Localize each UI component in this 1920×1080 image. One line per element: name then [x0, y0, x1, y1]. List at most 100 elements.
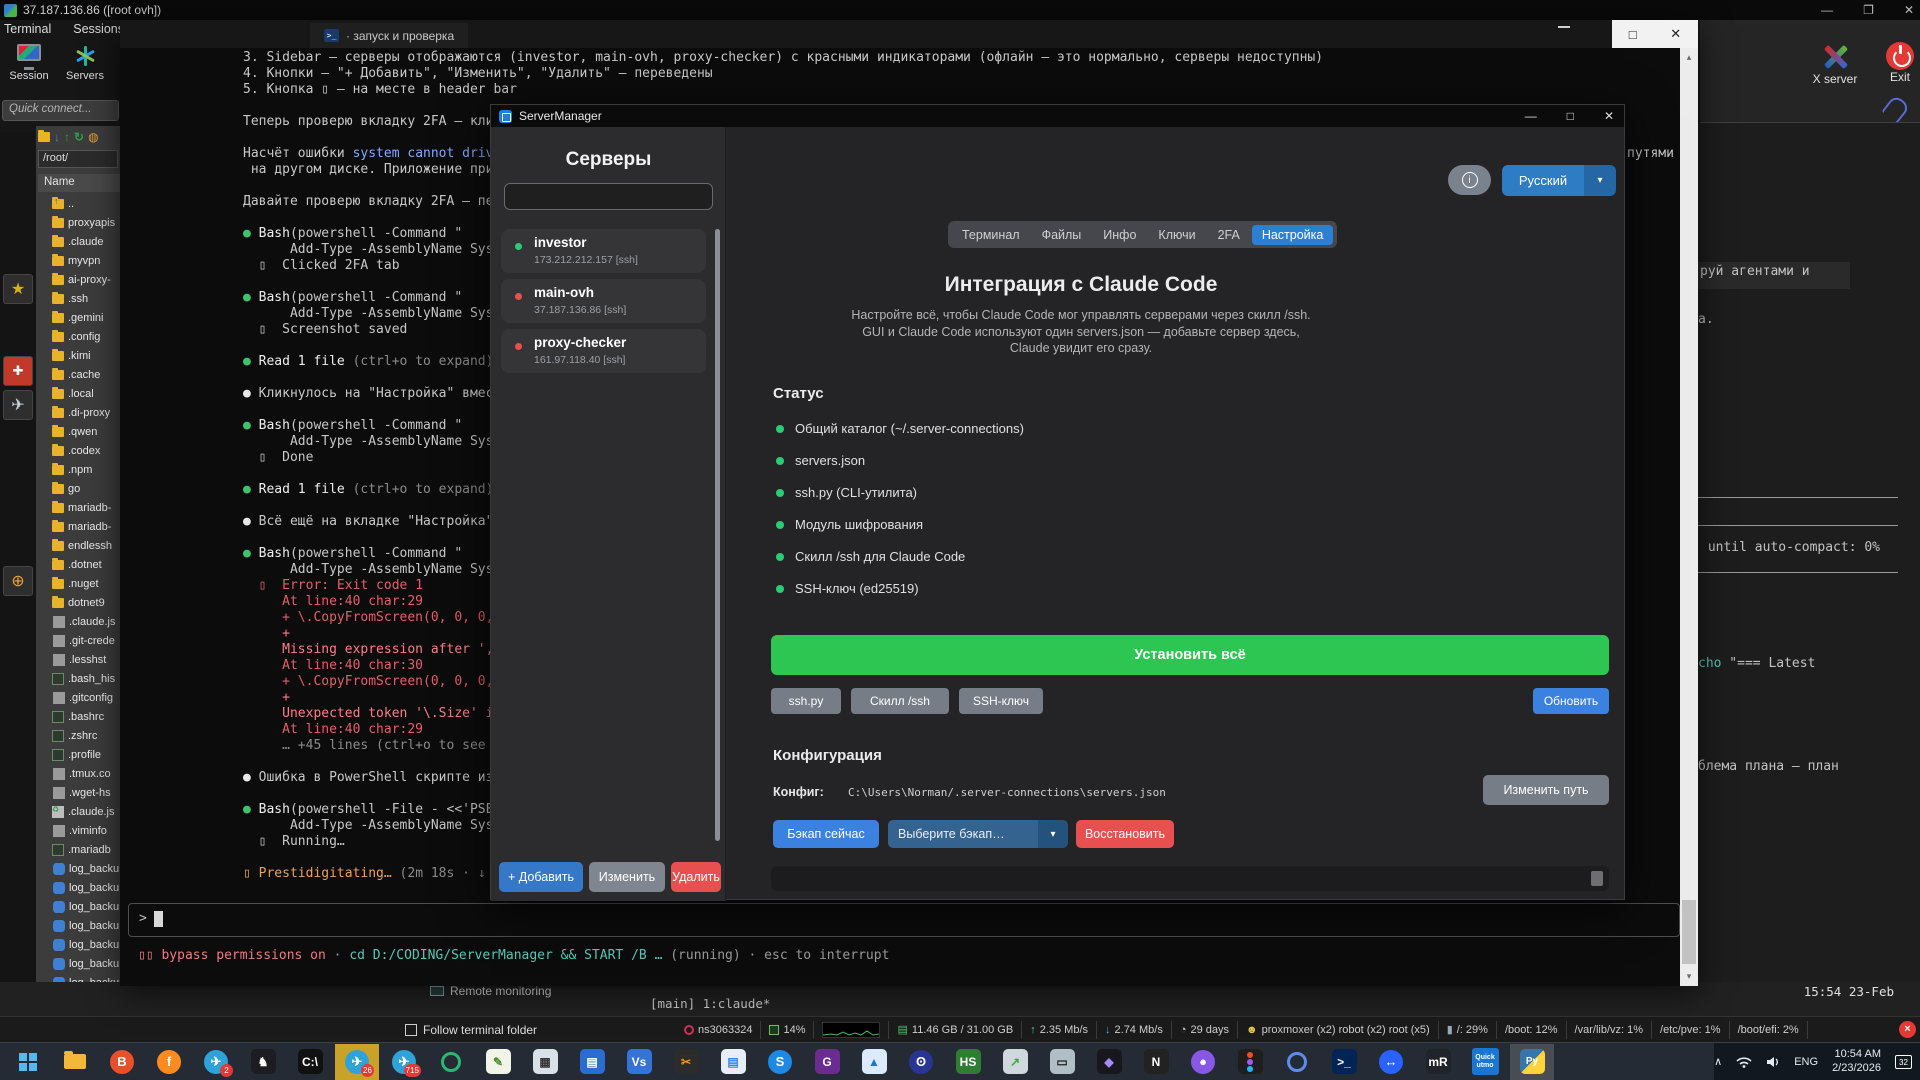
edit-server-button[interactable]: Изменить — [589, 862, 665, 892]
sftp-path-input[interactable]: /root/ — [38, 150, 118, 168]
file-row[interactable]: .zshrc — [38, 726, 122, 745]
attach-icon[interactable] — [1881, 94, 1910, 124]
file-row[interactable]: .mariadb — [38, 840, 122, 859]
taskbar-cmd[interactable]: C:\ — [288, 1044, 332, 1080]
log-scrollbar[interactable] — [771, 866, 1609, 891]
file-row[interactable]: go — [38, 479, 122, 498]
input-language[interactable]: ENG — [1794, 1056, 1818, 1068]
install-all-button[interactable]: Установить всё — [771, 635, 1609, 675]
info-button[interactable]: i — [1448, 165, 1491, 195]
terminal-maximize-button[interactable]: □ — [1629, 27, 1637, 42]
taskbar-calculator[interactable]: ▦ — [523, 1044, 567, 1080]
taskbar-visual-studio[interactable]: Vs — [617, 1044, 661, 1080]
install--ssh-button[interactable]: Скилл /ssh — [851, 688, 949, 714]
file-row[interactable]: .qwen — [38, 422, 122, 441]
server-search-input[interactable] — [504, 183, 713, 210]
moba-servers-button[interactable]: Servers — [62, 44, 108, 82]
file-row[interactable]: log_backu — [38, 916, 122, 935]
file-row[interactable]: .ssh — [38, 289, 122, 308]
taskbar-teamviewer[interactable]: ↔ — [1369, 1044, 1413, 1080]
claude-prompt-box[interactable]: > — [128, 903, 1680, 937]
file-row[interactable]: mariadb- — [38, 517, 122, 536]
taskbar-brave[interactable]: B — [100, 1044, 144, 1080]
file-row[interactable]: .. — [38, 194, 122, 213]
taskbar-quick-utmo[interactable]: Quick utmo — [1463, 1044, 1507, 1080]
tab-Терминал[interactable]: Терминал — [952, 225, 1030, 245]
exit-button[interactable]: Exit — [1865, 42, 1920, 84]
moba-close-button[interactable]: ✕ — [1904, 3, 1914, 17]
volume-icon[interactable] — [1766, 1056, 1780, 1068]
menu-sessions[interactable]: Sessions — [73, 22, 124, 36]
taskbar-telegram-2[interactable]: ✈26 — [335, 1044, 379, 1080]
taskbar-blue-swirl-app[interactable]: S — [758, 1044, 802, 1080]
add-server-button[interactable]: + Добавить — [499, 862, 583, 892]
file-row[interactable]: log_backu — [38, 859, 122, 878]
remote-monitoring-button[interactable]: Remote monitoring — [430, 984, 551, 998]
file-row[interactable]: .claude.js — [38, 612, 122, 631]
file-row[interactable]: .tmux.co — [38, 764, 122, 783]
file-row[interactable]: .di-proxy — [38, 403, 122, 422]
taskbar-python[interactable]: Py — [1510, 1044, 1554, 1080]
xserver-button[interactable]: X server — [1800, 42, 1870, 86]
file-row[interactable]: dotnet9 — [38, 593, 122, 612]
download-icon[interactable]: ↓ — [54, 130, 60, 144]
moba-maximize-button[interactable]: ❐ — [1863, 3, 1874, 17]
upload-icon[interactable]: ↑ — [64, 130, 70, 144]
file-row[interactable]: .dotnet — [38, 555, 122, 574]
settings-icon[interactable]: ◍ — [88, 130, 98, 144]
tab-2FA[interactable]: 2FA — [1208, 225, 1250, 245]
tab-Настройка[interactable]: Настройка — [1252, 225, 1334, 245]
moba-session-button[interactable]: Session — [6, 44, 52, 82]
file-row[interactable]: .git-crede — [38, 631, 122, 650]
file-row[interactable]: .viminfo — [38, 821, 122, 840]
server-card-proxy-checker[interactable]: proxy-checker161.97.118.40 [ssh] — [501, 329, 706, 373]
server-card-main-ovh[interactable]: main-ovh37.187.136.86 [ssh] — [501, 279, 706, 323]
terminal-minimize-button[interactable] — [1558, 26, 1570, 28]
file-row[interactable]: myvpn — [38, 251, 122, 270]
taskbar-g-purple-app[interactable]: G — [805, 1044, 849, 1080]
file-row[interactable]: .lesshst — [38, 650, 122, 669]
file-row[interactable]: log_backu — [38, 954, 122, 973]
sm-close-button[interactable]: ✕ — [1604, 109, 1614, 123]
taskbar-screenshare-app[interactable]: ↗ — [993, 1044, 1037, 1080]
terminal-close-button[interactable]: ✕ — [1670, 26, 1681, 42]
taskbar-firefox[interactable]: f — [147, 1044, 191, 1080]
tray-chevron-icon[interactable]: ∧ — [1714, 1055, 1722, 1068]
taskbar-powershell[interactable]: >_ — [1322, 1044, 1366, 1080]
install-ssh-py-button[interactable]: ssh.py — [771, 688, 841, 714]
file-row[interactable]: log_backu — [38, 935, 122, 954]
tray-clock[interactable]: 10:54 AM 2/23/2026 — [1832, 1048, 1881, 1076]
file-row[interactable]: .claude.js — [38, 802, 122, 821]
sftp-name-header[interactable]: Name — [38, 174, 120, 192]
plane-icon[interactable]: ✈ — [3, 390, 33, 420]
taskbar-blue-creature-app[interactable]: ʘ — [899, 1044, 943, 1080]
taskbar-document-app[interactable]: ▤ — [570, 1044, 614, 1080]
taskbar-telegram-3[interactable]: ✈715 — [382, 1044, 426, 1080]
taskbar-notepad2[interactable]: ▤ — [711, 1044, 755, 1080]
file-row[interactable]: log_backu — [38, 897, 122, 916]
backup-select[interactable]: Выберите бэкап… ▾ — [888, 820, 1068, 848]
taskbar-notes-app[interactable]: ✎ — [476, 1044, 520, 1080]
moba-minimize-button[interactable]: — — [1821, 3, 1833, 17]
wifi-icon[interactable] — [1736, 1056, 1752, 1068]
taskbar-github[interactable]: ● — [1181, 1044, 1225, 1080]
refresh-button[interactable]: Обновить — [1533, 688, 1609, 714]
file-row[interactable]: .nuget — [38, 574, 122, 593]
globe-icon[interactable]: ⊕ — [3, 566, 33, 596]
file-row[interactable]: endlessh — [38, 536, 122, 555]
file-row[interactable]: .profile — [38, 745, 122, 764]
refresh-icon[interactable]: ↻ — [74, 130, 84, 144]
taskbar-photos[interactable]: ▲ — [852, 1044, 896, 1080]
file-row[interactable]: .codex — [38, 441, 122, 460]
change-path-button[interactable]: Изменить путь — [1483, 775, 1609, 805]
restore-button[interactable]: Восстановить — [1076, 820, 1174, 848]
language-select[interactable]: Русский ▾ — [1502, 165, 1616, 196]
file-row[interactable]: log_backu — [38, 878, 122, 897]
taskbar-green-ring-app[interactable] — [429, 1044, 473, 1080]
file-row[interactable]: .cache — [38, 365, 122, 384]
taskbar-figma[interactable] — [1228, 1044, 1272, 1080]
delete-server-button[interactable]: Удалить — [671, 862, 721, 892]
taskbar-start[interactable] — [6, 1044, 50, 1080]
taskbar-file-explorer[interactable] — [53, 1044, 97, 1080]
file-row[interactable]: .local — [38, 384, 122, 403]
